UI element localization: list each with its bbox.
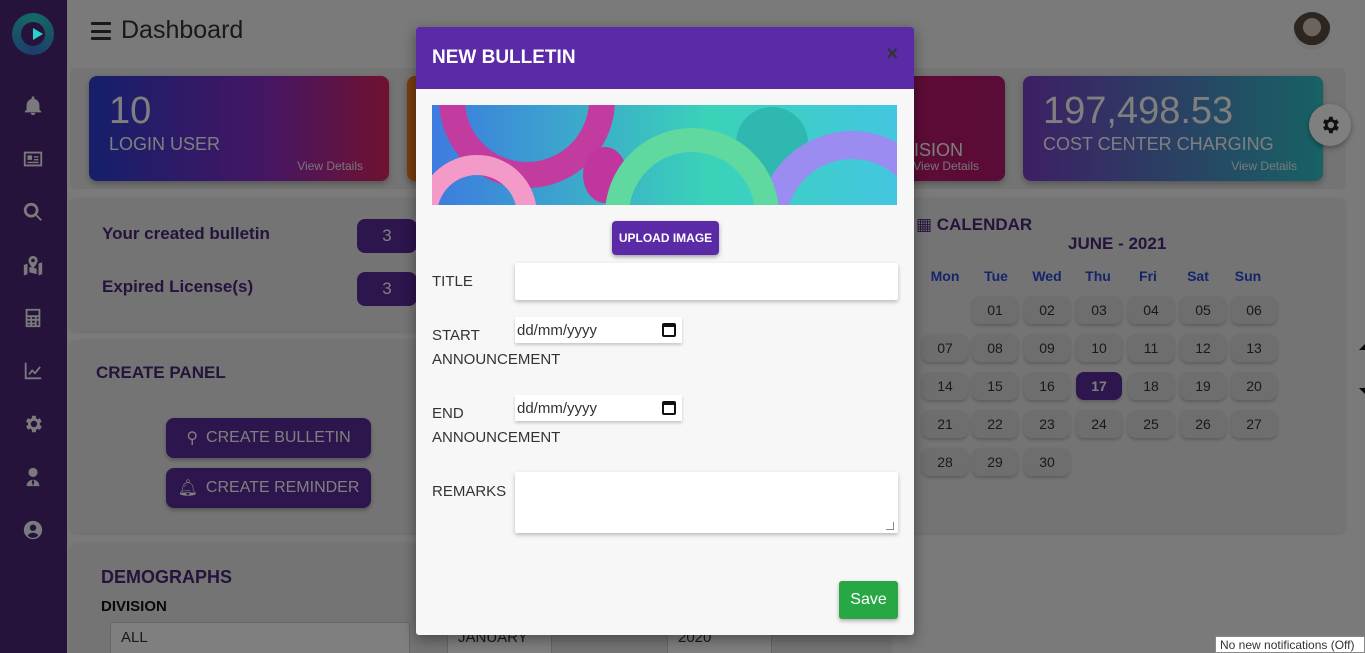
close-icon[interactable]: × bbox=[886, 43, 898, 66]
start-label-line2: ANNOUNCEMENT bbox=[432, 351, 561, 368]
new-bulletin-modal: NEW BULLETIN × UPLOAD IMAGE TITLE START … bbox=[416, 27, 914, 635]
modal-title: NEW BULLETIN bbox=[432, 47, 576, 68]
notification-status: No new notifications (Off) bbox=[1215, 636, 1365, 653]
calendar-icon[interactable] bbox=[662, 323, 676, 337]
date-placeholder: dd/mm/yyyy bbox=[517, 399, 598, 417]
date-placeholder: dd/mm/yyyy bbox=[517, 321, 598, 339]
end-date-input[interactable]: dd/mm/yyyy bbox=[515, 395, 682, 421]
remarks-textarea[interactable] bbox=[515, 472, 898, 533]
resize-handle[interactable] bbox=[886, 522, 894, 530]
end-label-line1: END bbox=[432, 405, 464, 422]
title-label: TITLE bbox=[432, 273, 473, 290]
end-label-line2: ANNOUNCEMENT bbox=[432, 429, 561, 446]
bulletin-image-preview bbox=[432, 105, 897, 205]
upload-image-button[interactable]: UPLOAD IMAGE bbox=[612, 221, 719, 255]
start-date-input[interactable]: dd/mm/yyyy bbox=[515, 317, 682, 343]
banner-art bbox=[432, 105, 897, 205]
modal-header: NEW BULLETIN × bbox=[416, 27, 914, 89]
save-button[interactable]: Save bbox=[839, 581, 898, 619]
title-input[interactable] bbox=[515, 263, 898, 300]
start-label-line1: START bbox=[432, 327, 480, 344]
calendar-icon[interactable] bbox=[662, 401, 676, 415]
remarks-label: REMARKS bbox=[432, 483, 507, 500]
